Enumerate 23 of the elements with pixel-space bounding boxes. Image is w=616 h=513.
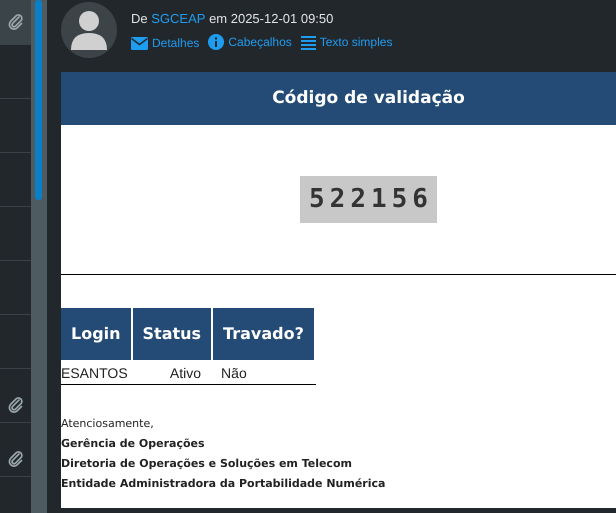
column-header: Travado? — [213, 308, 314, 360]
header-link[interactable]: Texto simples — [300, 33, 392, 51]
table-cell-text: ESANTOS — [61, 364, 129, 383]
envelope-icon — [131, 36, 148, 50]
from-label: De — [131, 11, 148, 26]
greeting-text: Atenciosamente, — [61, 416, 155, 432]
table-cell-text: Não — [220, 364, 248, 383]
column-header: Login — [61, 308, 131, 360]
email-title: Código de validação — [61, 72, 616, 125]
signature-line: Gerência de Operações — [61, 436, 206, 452]
table-cell-text: Ativo — [168, 364, 202, 383]
lines-icon — [300, 34, 316, 50]
signature-line: Entidade Administradora da Portabilidade Numérica — [61, 476, 386, 492]
date-text: em 2025-12-01 09:50 — [209, 11, 334, 26]
signature-line: Diretoria de Operações e Soluções em Telecom — [61, 456, 353, 472]
info-icon — [208, 34, 224, 50]
scrollbar-thumb[interactable] — [35, 0, 42, 200]
header-link[interactable]: Cabeçalhos — [208, 32, 292, 50]
header-link[interactable]: Detalhes — [131, 34, 200, 52]
message-list-item[interactable] — [0, 0, 31, 45]
column-header: Status — [132, 308, 212, 360]
sender-link[interactable]: SGCEAP — [151, 9, 206, 28]
validation-code: 522156 — [300, 176, 437, 223]
